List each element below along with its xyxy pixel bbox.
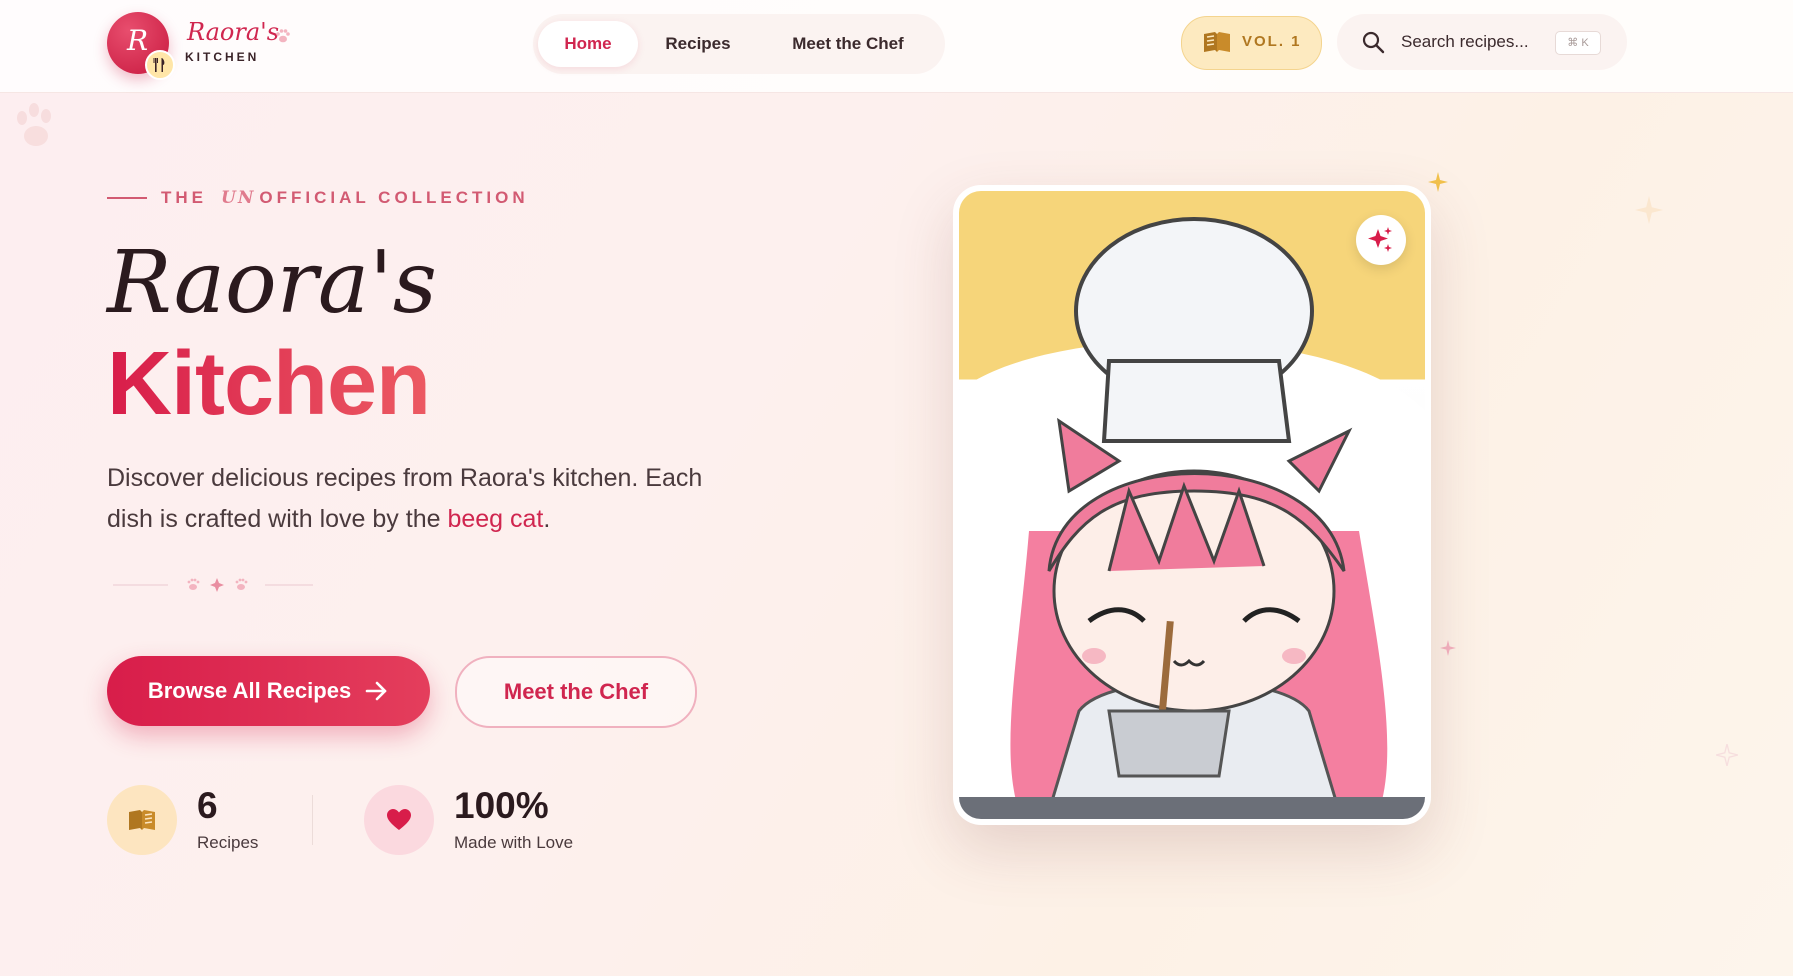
sparkle-decoration-icon (1428, 172, 1448, 192)
main-nav: Home Recipes Meet the Chef (533, 14, 945, 74)
volume-label: VOL. 1 (1242, 33, 1302, 50)
nav-item-home[interactable]: Home (538, 21, 638, 67)
hero-title-line1: Raora's (107, 233, 437, 333)
sparkles-icon (1368, 227, 1392, 252)
nav-item-meet-the-chef[interactable]: Meet the Chef (758, 21, 938, 67)
brand-name[interactable]: Raora's (187, 18, 279, 46)
arrow-right-icon (365, 681, 387, 701)
hero-description: Discover delicious recipes from Raora's … (107, 458, 747, 540)
volume-badge[interactable]: VOL. 1 (1181, 16, 1322, 70)
paw-divider (113, 578, 313, 592)
fork-knife-icon (145, 50, 175, 80)
heart-icon (387, 809, 411, 830)
keyboard-shortcut-hint: ⌘ K (1555, 31, 1601, 55)
stat-love-badge (364, 785, 434, 855)
sparkle-decoration-icon (1716, 744, 1738, 766)
chef-illustration-card (953, 185, 1431, 825)
stat-love-value: 100% (454, 785, 549, 826)
sparkle-decoration-icon (1440, 640, 1456, 656)
eyebrow-pre: THE (161, 188, 207, 207)
description-text: Discover delicious recipes from Raora's … (107, 464, 703, 533)
chef-illustration (959, 191, 1425, 819)
site-header: R Raora's KITCHEN Home Recipes Meet the … (0, 0, 1793, 93)
stat-love-label: Made with Love (454, 833, 574, 852)
stat-separator (312, 795, 313, 845)
nav-item-recipes[interactable]: Recipes (648, 21, 748, 67)
brand-subtitle: KITCHEN (185, 50, 260, 64)
hero-title-line2: Kitchen (107, 329, 431, 439)
eyebrow-un: UN (221, 188, 256, 208)
meet-chef-button-label: Meet the Chef (503, 679, 649, 704)
stat-recipes-label: Recipes (197, 833, 259, 852)
paw-icon (276, 29, 290, 43)
sparkle-decoration-icon (1635, 196, 1663, 224)
stat-recipes-value: 6 (197, 785, 218, 826)
paw-decoration-icon (17, 103, 51, 146)
search-placeholder: Search recipes... (1401, 32, 1529, 51)
logo-badge[interactable]: R (107, 12, 175, 80)
eyebrow-post: OFFICIAL COLLECTION (259, 188, 529, 207)
search-icon (1362, 31, 1385, 54)
chef-character-illustration (959, 217, 1425, 819)
search-box[interactable]: Search recipes... ⌘ K (1337, 14, 1627, 70)
sparkle-button[interactable] (1356, 215, 1406, 265)
logo-letter: R (127, 24, 149, 57)
open-book-icon (1204, 32, 1230, 52)
description-end: . (543, 505, 551, 533)
meet-the-chef-button[interactable]: Meet the Chef (455, 656, 697, 728)
hero-eyebrow: THE UN OFFICIAL COLLECTION (107, 188, 529, 208)
browse-all-recipes-button[interactable]: Browse All Recipes (107, 656, 430, 726)
stat-recipes-badge (107, 785, 177, 855)
eyebrow-line (107, 197, 147, 199)
book-icon (129, 810, 155, 830)
browse-button-label: Browse All Recipes (147, 678, 352, 703)
description-accent: beeg cat (447, 505, 544, 533)
